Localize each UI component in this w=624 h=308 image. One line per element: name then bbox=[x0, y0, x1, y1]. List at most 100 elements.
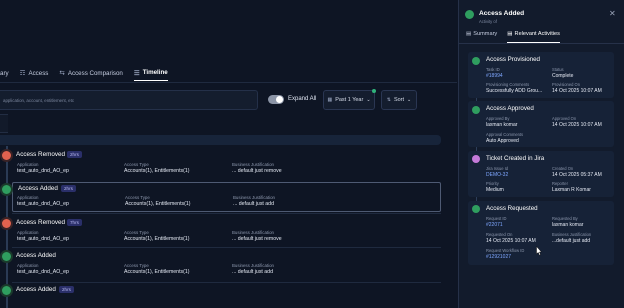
tab-label: Relevant Activities bbox=[514, 31, 560, 37]
timeline-entry[interactable]: Access Removed 2hrs Application test_auto… bbox=[0, 150, 441, 182]
field-value: test_auto_dnd_AO_ep bbox=[17, 269, 69, 275]
application-field: Application test_auto_dnd_AO_ep bbox=[17, 195, 69, 207]
field-value: Laxman R Komar bbox=[552, 187, 591, 193]
timeline-icon: ☰ bbox=[133, 69, 140, 77]
field-label: Business Justification bbox=[232, 230, 274, 235]
field-label: Application bbox=[17, 263, 39, 268]
field-value: 14 Oct 2025 05:37 AM bbox=[552, 172, 602, 178]
activity-card: Ticket Created in Jira Jira Issue Id DEMO… bbox=[468, 151, 614, 197]
card-field: Requested On 14 Oct 2025 10:07 AM bbox=[486, 232, 536, 244]
field-label: Business Justification bbox=[552, 232, 592, 237]
card-field: Approved On 14 Oct 2025 10:07 AM bbox=[552, 116, 602, 128]
timeline-entry[interactable]: Access Removed 7hrs Application test_auto… bbox=[0, 218, 441, 246]
tab-timeline[interactable]: ☰ Timeline bbox=[133, 69, 168, 81]
row-divider bbox=[12, 247, 441, 248]
justification-field: Business Justification... default just a… bbox=[233, 195, 275, 207]
field-label: Access Type bbox=[124, 162, 149, 167]
calendar-icon: ▦ bbox=[327, 97, 333, 103]
timeline-group-strip bbox=[0, 135, 441, 145]
timeline-entry[interactable]: Access Added Application test_auto_dnd_AO… bbox=[0, 251, 441, 279]
time-badge: 7hrs bbox=[67, 219, 82, 226]
field-label: Requested On bbox=[486, 232, 513, 237]
jira-issue-link[interactable]: DEMO-32 bbox=[486, 172, 508, 178]
chevron-down-icon: ⌄ bbox=[366, 97, 371, 103]
sort-label: Sort bbox=[393, 97, 405, 103]
timeline-entry[interactable]: Access Added 2hrs bbox=[0, 285, 441, 305]
access-type-field: Access Type Accounts(1), Entitlements(1) bbox=[124, 162, 189, 174]
field-label: Approved On bbox=[552, 116, 577, 121]
field-value: laxman komar bbox=[552, 222, 584, 228]
mouse-cursor-icon bbox=[536, 246, 542, 256]
card-field: Priority Medium bbox=[486, 181, 504, 193]
card-title: Access Approved bbox=[486, 105, 534, 112]
expand-all-toggle[interactable] bbox=[268, 95, 284, 104]
field-label: Priority bbox=[486, 181, 499, 186]
expand-all-label: Expand All bbox=[288, 96, 317, 102]
field-value: Auto Approved bbox=[486, 138, 519, 144]
card-field: Requested By laxman komar bbox=[552, 216, 583, 228]
tab-panel-summary[interactable]: ▤ Summary bbox=[466, 31, 497, 43]
field-value: test_auto_dnd_AO_ep bbox=[17, 201, 69, 207]
field-value: ...default just add bbox=[552, 238, 591, 244]
field-value: Accounts(1), Entitlements(1) bbox=[125, 201, 191, 207]
timeline-entry-selected[interactable]: Access Added 2hrs Application test_auto_d… bbox=[0, 184, 441, 212]
tab-label: Summary bbox=[473, 31, 498, 37]
activity-card: Access Approved Approved By laxman komar … bbox=[468, 101, 614, 147]
card-field: Request Workflow ID #12921027 bbox=[486, 248, 524, 260]
field-label: Access Type bbox=[125, 195, 150, 200]
chevron-down-icon: ⌄ bbox=[407, 97, 412, 103]
tab-access-comparison-label: Access Comparison bbox=[67, 69, 123, 77]
row-divider bbox=[12, 282, 441, 283]
field-value: Successfully ADD Grou... bbox=[486, 88, 543, 94]
field-label: Application bbox=[17, 195, 39, 200]
justification-field: Business Justification... default just a… bbox=[232, 263, 274, 275]
filter-input[interactable]: application, account, entitlement, etc bbox=[0, 90, 258, 110]
document-icon: ▤ bbox=[507, 31, 513, 37]
tab-relevant-activities[interactable]: ▤ Relevant Activities bbox=[507, 31, 560, 43]
card-title: Access Provisioned bbox=[486, 56, 540, 63]
field-label: Approval Comments bbox=[486, 132, 524, 137]
card-field: Reporter Laxman R Komar bbox=[552, 181, 591, 193]
field-label: Provisioned On bbox=[552, 82, 580, 87]
sort-dropdown[interactable]: ⇅ Sort ⌄ bbox=[381, 90, 417, 110]
workflow-id-link[interactable]: #12921027 bbox=[486, 254, 524, 260]
tab-access[interactable]: ☶ Access bbox=[20, 69, 49, 78]
compare-icon: ⇆ bbox=[59, 70, 65, 77]
card-field: Created On 14 Oct 2025 05:37 AM bbox=[552, 166, 602, 178]
time-badge: 2hrs bbox=[61, 185, 76, 192]
row-divider bbox=[12, 213, 441, 214]
card-field: Jira Issue Id DEMO-32 bbox=[486, 166, 508, 178]
panel-title: Access Added bbox=[479, 10, 525, 17]
tab-bar: ary ☶ Access ⇆ Access Comparison ☰ Timeline bbox=[0, 63, 179, 83]
field-value: ... default just remove bbox=[232, 236, 282, 242]
requested-marker-icon bbox=[472, 205, 480, 213]
toggle-knob bbox=[276, 96, 283, 103]
field-label: Business Justification bbox=[232, 162, 274, 167]
time-badge: 2hrs bbox=[59, 286, 74, 293]
card-field: Request ID #22071 bbox=[486, 216, 506, 228]
card-field: Approval Comments Auto Approved bbox=[486, 132, 523, 144]
field-label: Application bbox=[17, 162, 39, 167]
request-id-link[interactable]: #22071 bbox=[486, 222, 506, 228]
tab-summary[interactable]: ary bbox=[0, 70, 9, 77]
field-label: Access Type bbox=[124, 230, 149, 235]
activity-card: Access Provisioned Task ID #18994 Status C… bbox=[468, 52, 614, 98]
task-id-link[interactable]: #18994 bbox=[486, 73, 503, 79]
tab-access-comparison[interactable]: ⇆ Access Comparison bbox=[59, 69, 123, 78]
field-label: Business Justification bbox=[233, 195, 275, 200]
field-value: Accounts(1), Entitlements(1) bbox=[124, 269, 190, 275]
field-value: test_auto_dnd_AO_ep bbox=[17, 168, 69, 174]
field-label: Task ID bbox=[486, 67, 500, 72]
field-value: Accounts(1), Entitlements(1) bbox=[124, 168, 190, 174]
close-icon[interactable]: ✕ bbox=[609, 9, 616, 18]
justification-field: Business Justification... default just r… bbox=[232, 162, 282, 174]
entry-title: Access Added bbox=[18, 185, 58, 192]
field-value: test_auto_dnd_AO_ep bbox=[17, 236, 69, 242]
field-value: laxman komar bbox=[486, 122, 518, 128]
access-added-icon bbox=[465, 10, 474, 19]
field-value: 14 Oct 2025 10:07 AM bbox=[552, 122, 602, 128]
card-field: Provisioned On 14 Oct 2025 10:07 AM bbox=[552, 82, 602, 94]
field-label: Requested By bbox=[552, 216, 578, 221]
period-dropdown[interactable]: ▦ Past 1 Year ⌄ bbox=[323, 89, 376, 110]
field-value: 14 Oct 2025 10:07 AM bbox=[552, 88, 602, 94]
